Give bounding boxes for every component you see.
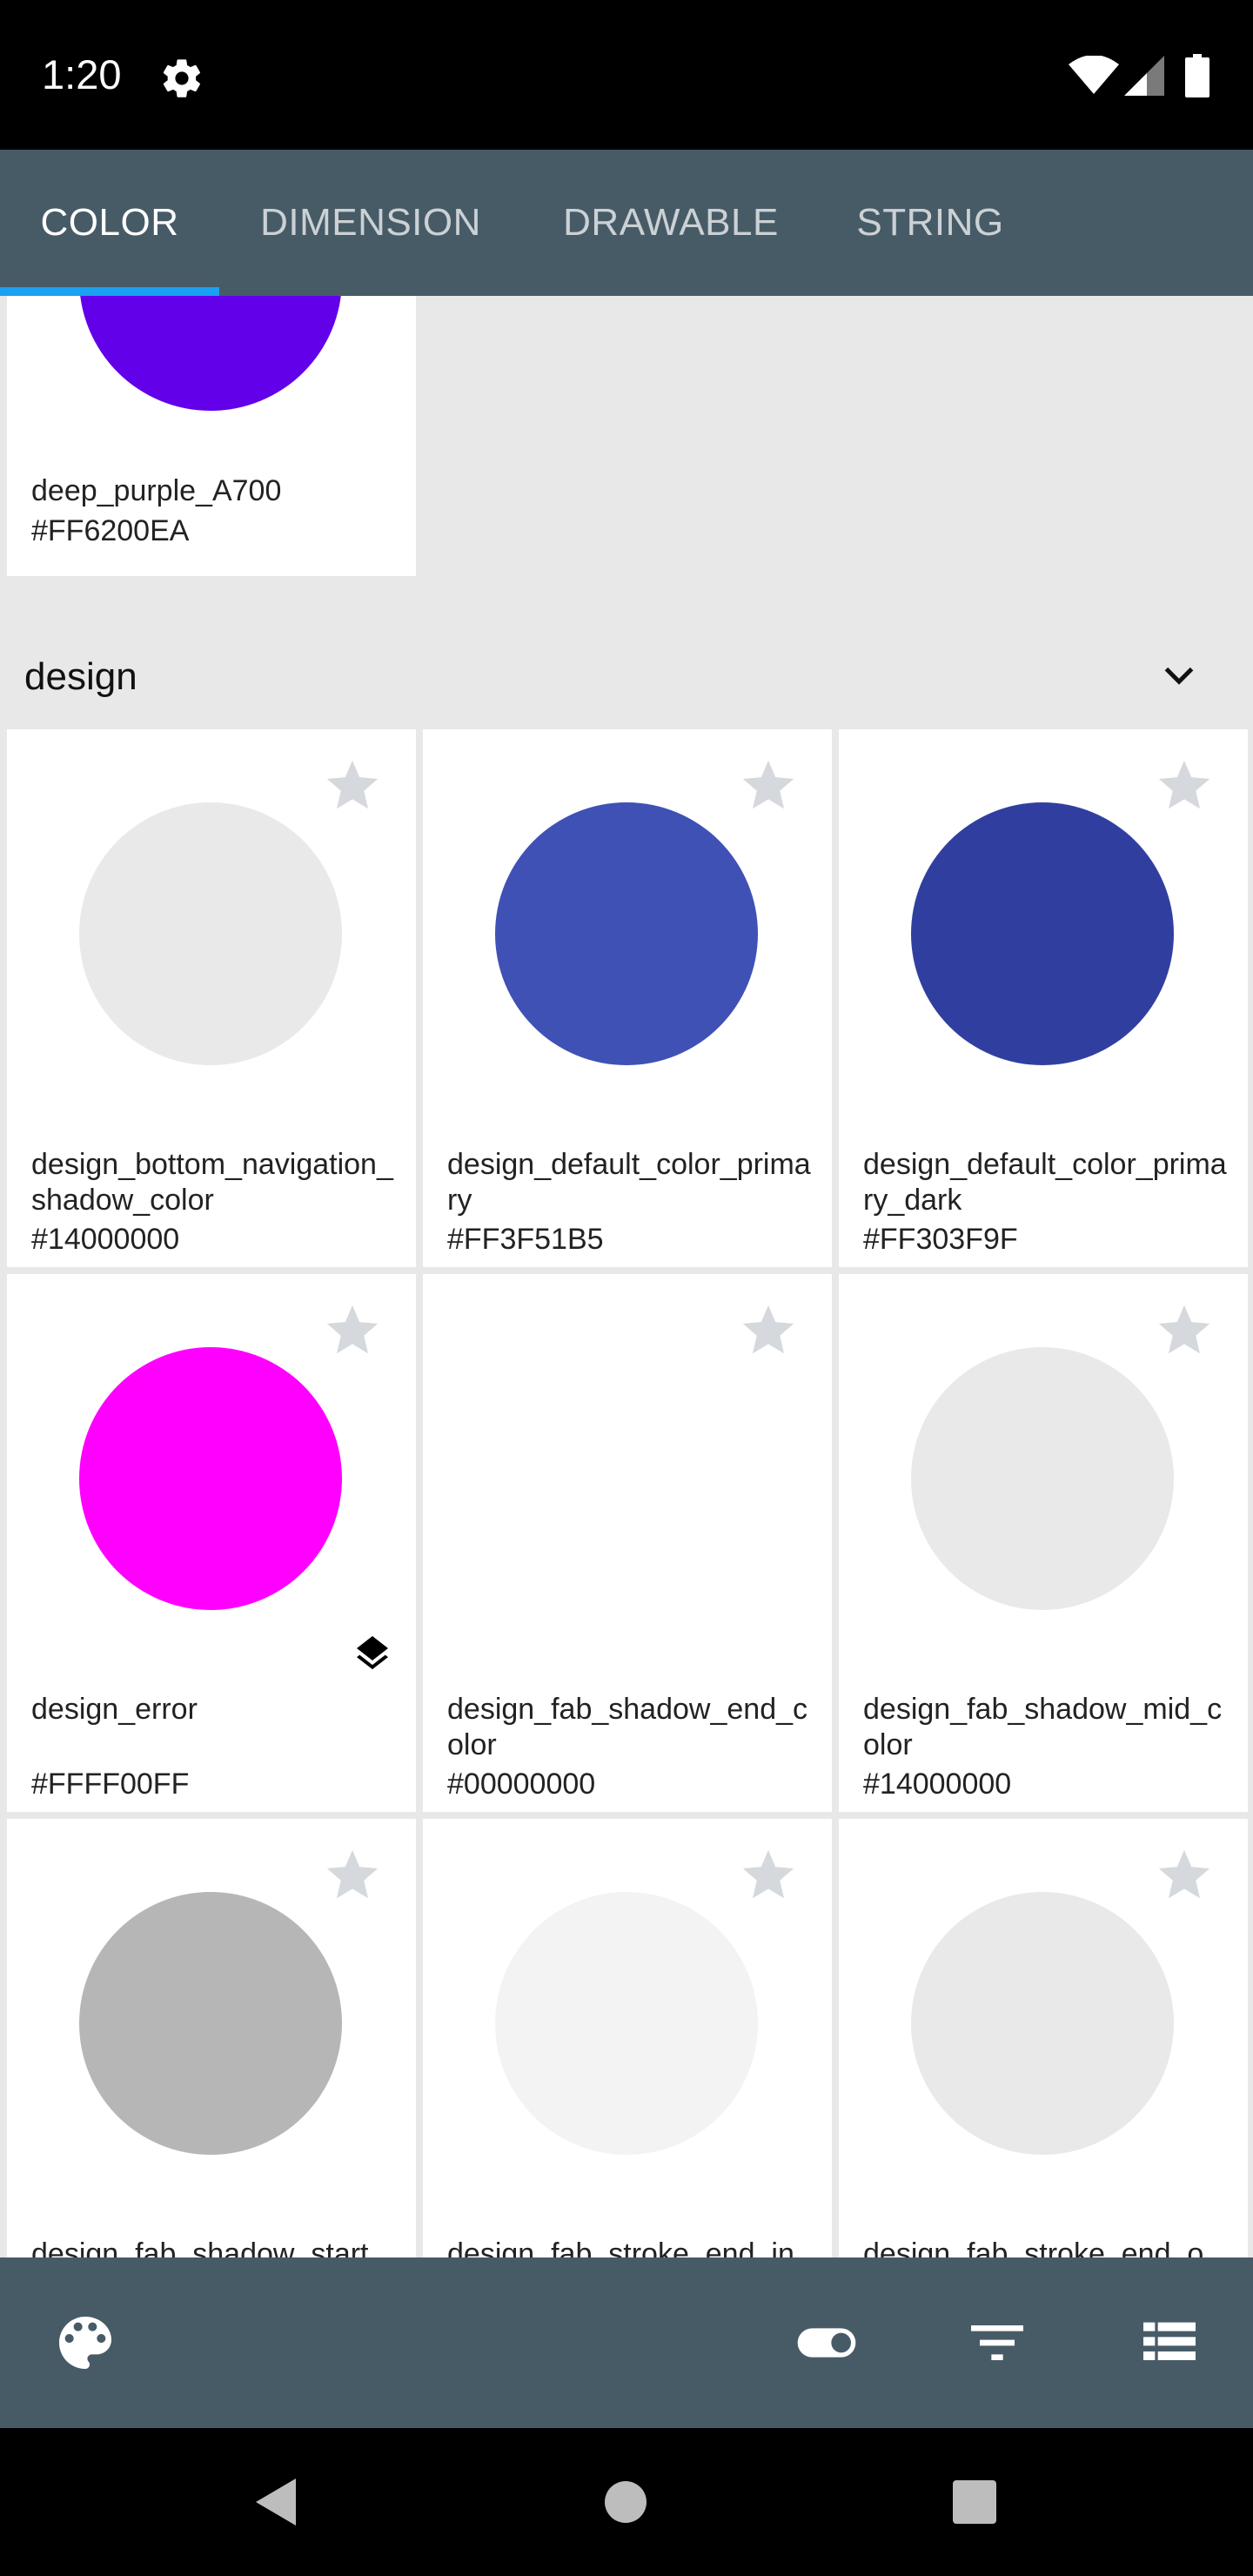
favorite-star-icon[interactable] [1152, 1300, 1216, 1361]
recents-icon[interactable] [944, 2472, 1005, 2532]
status-time: 1:20 [42, 51, 122, 97]
palette-icon[interactable] [50, 2308, 120, 2378]
color-name: design_fab_stroke_end_in [447, 2237, 794, 2257]
color-swatch [79, 296, 342, 411]
section-title: design [24, 655, 137, 698]
back-icon[interactable] [245, 2472, 306, 2532]
status-bar: 1:20 [0, 0, 1253, 150]
color-hex: #FF6200EA [31, 514, 190, 547]
color-hex: #14000000 [31, 1223, 180, 1256]
favorite-star-icon[interactable] [1152, 755, 1216, 816]
color-swatch [911, 802, 1174, 1065]
color-card[interactable]: design_fab_shadow_mid_color #14000000 [839, 1274, 1248, 1812]
color-card[interactable]: design_error #FFFF00FF [7, 1274, 416, 1812]
favorite-star-icon[interactable] [320, 1845, 385, 1906]
color-hex: #00000000 [447, 1768, 596, 1801]
favorite-star-icon[interactable] [736, 1300, 801, 1361]
favorite-star-icon[interactable] [1152, 1845, 1216, 1906]
tab-color[interactable]: COLOR [0, 150, 219, 296]
color-name: design_fab_shadow_start_ [31, 2237, 385, 2257]
color-name: design_fab_shadow_mid_color [863, 1693, 1223, 1761]
favorite-star-icon[interactable] [736, 1845, 801, 1906]
favorite-star-icon[interactable] [736, 755, 801, 816]
color-card[interactable]: design_default_color_primary #FF3F51B5 [423, 729, 832, 1267]
color-name: deep_purple_A700 [31, 474, 282, 507]
tab-drawable[interactable]: DRAWABLE [545, 150, 797, 296]
color-card[interactable]: design_fab_shadow_start_ [7, 1819, 416, 2257]
color-hex: #FF303F9F [863, 1223, 1018, 1256]
color-swatch [911, 1347, 1174, 1610]
color-card[interactable]: design_fab_shadow_end_color #00000000 [423, 1274, 832, 1812]
color-swatch [495, 1347, 758, 1610]
color-swatch [495, 802, 758, 1065]
color-card[interactable]: design_fab_stroke_end_o [839, 1819, 1248, 2257]
color-card[interactable]: design_fab_stroke_end_in [423, 1819, 832, 2257]
color-name: design_bottom_navigation_shadow_color [31, 1148, 393, 1217]
tab-string[interactable]: STRING [841, 150, 1020, 296]
wifi-icon [1069, 56, 1119, 94]
color-name: design_default_color_primary_dark [863, 1148, 1227, 1217]
battery-icon [1185, 54, 1209, 97]
tab-bar: COLOR DIMENSION DRAWABLE STRING [0, 150, 1253, 296]
settings-gear-icon [163, 59, 200, 97]
layers-icon [357, 1636, 388, 1670]
color-card-deep-purple-a700[interactable]: deep_purple_A700 #FF6200EA [7, 296, 416, 576]
color-hex: #FFFF00FF [31, 1768, 190, 1801]
bottom-app-bar [0, 2257, 1253, 2428]
list-view-icon[interactable] [1135, 2308, 1204, 2378]
color-name: design_error [31, 1693, 198, 1726]
favorite-star-icon[interactable] [320, 1300, 385, 1361]
color-swatch [79, 1892, 342, 2155]
color-card[interactable]: design_bottom_navigation_shadow_color #1… [7, 729, 416, 1267]
color-hex: #FF3F51B5 [447, 1223, 604, 1256]
color-name: design_fab_shadow_end_color [447, 1693, 808, 1761]
color-resource-list[interactable]: deep_purple_A700 #FF6200EA design design… [0, 296, 1253, 2257]
home-icon[interactable] [595, 2472, 656, 2532]
chevron-down-icon[interactable] [1157, 654, 1201, 698]
favorite-star-icon[interactable] [320, 755, 385, 816]
color-name: design_fab_stroke_end_o [863, 2237, 1204, 2257]
color-swatch [79, 802, 342, 1065]
filter-icon[interactable] [962, 2308, 1032, 2378]
color-name: design_default_color_primary [447, 1148, 811, 1217]
active-tab-indicator [0, 287, 219, 296]
toggle-icon[interactable] [792, 2308, 861, 2378]
tab-dimension[interactable]: DIMENSION [240, 150, 501, 296]
color-swatch [911, 1892, 1174, 2155]
signal-icon [1124, 56, 1164, 96]
color-card[interactable]: design_default_color_primary_dark #FF303… [839, 729, 1248, 1267]
system-navigation-bar [0, 2428, 1253, 2576]
color-hex: #14000000 [863, 1768, 1012, 1801]
color-swatch [79, 1347, 342, 1610]
screen: 1:20 COLOR DIMENSION DRAWABLE STRING dee… [0, 0, 1253, 2576]
color-swatch [495, 1892, 758, 2155]
